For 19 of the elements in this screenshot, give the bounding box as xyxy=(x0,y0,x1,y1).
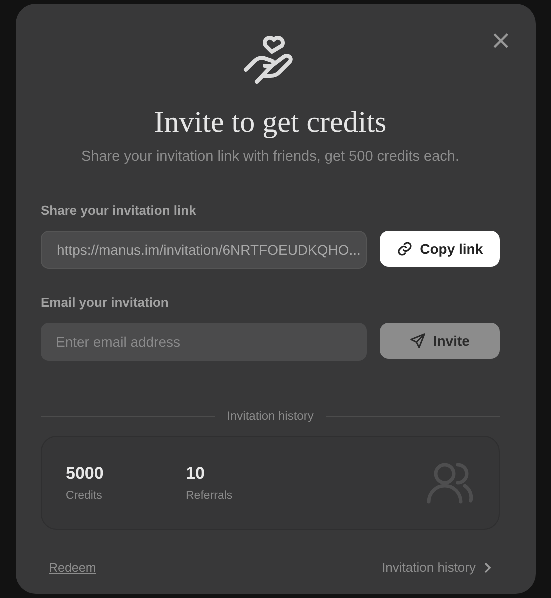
chevron-right-icon xyxy=(484,562,492,574)
stat-label: Credits xyxy=(66,490,104,502)
invitation-history-link[interactable]: Invitation history xyxy=(382,560,492,575)
stat-value: 10 xyxy=(186,464,206,484)
link-icon xyxy=(397,241,414,257)
stat-label: Referrals xyxy=(186,490,234,502)
field-label: Email your invitation xyxy=(41,295,170,310)
section-heading: Invitation history xyxy=(227,409,314,423)
people-icon xyxy=(427,462,473,504)
dialog-title: Invite to get credits xyxy=(154,106,387,140)
copy-link-button[interactable]: Copy link xyxy=(380,231,500,267)
send-icon xyxy=(410,333,426,349)
dialog-subtitle: Share your invitation link with friends, get 500 credits each. xyxy=(81,149,460,165)
field-label: Share your invitation link xyxy=(41,203,198,218)
stat-value: 5000 xyxy=(66,464,105,484)
redeem-link[interactable]: Redeem xyxy=(49,560,96,574)
email-field[interactable]: Enter email address xyxy=(41,323,368,361)
close-button[interactable]: × xyxy=(486,28,516,54)
link-field[interactable]: https://manus.im/invitation/6NRTFOEUDKQHO... xyxy=(41,231,368,269)
